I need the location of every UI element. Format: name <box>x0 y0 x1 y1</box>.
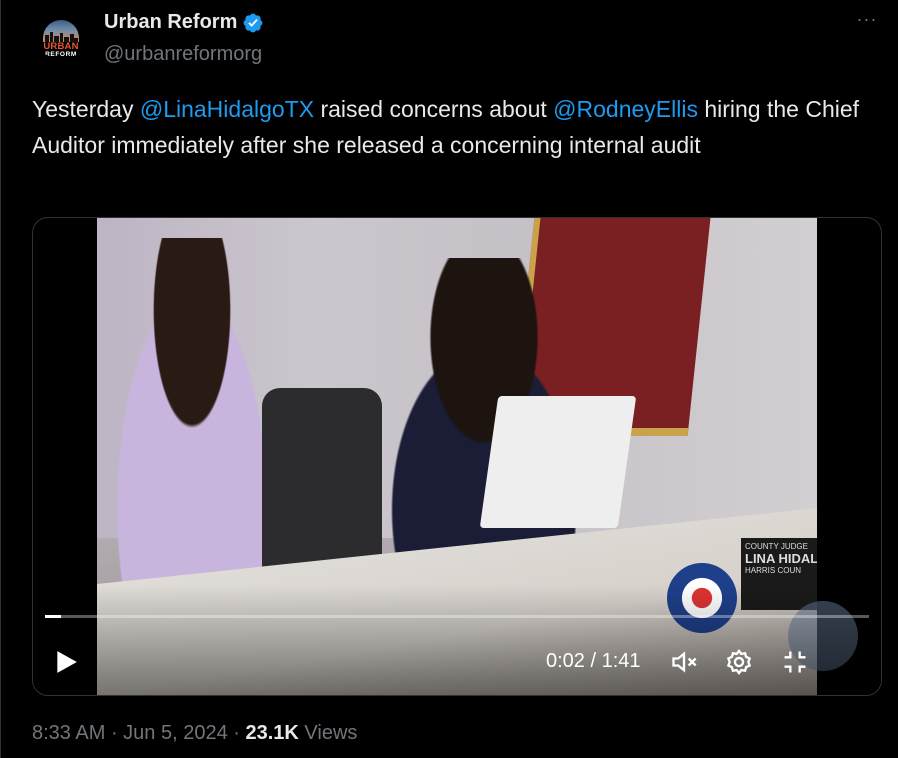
mute-icon[interactable] <box>670 648 698 676</box>
nameplate-line: HARRIS COUN <box>745 566 802 575</box>
more-options-icon[interactable]: ··· <box>853 10 881 34</box>
tweet: URBAN REFORM Urban Reform @urbanreformor… <box>0 0 898 758</box>
avatar-logo-text-bottom: REFORM <box>45 51 77 58</box>
video-person-left <box>97 238 287 598</box>
tweet-text-part: Yesterday <box>32 96 140 122</box>
tweet-meta: 8:33 AM · Jun 5, 2024 · 23.1K Views <box>32 722 357 745</box>
settings-gear-icon[interactable] <box>725 648 753 676</box>
views-count: 23.1K <box>245 722 299 744</box>
video-controls-shade <box>33 585 881 695</box>
meta-separator: · <box>105 722 124 744</box>
mention-link[interactable]: @RodneyEllis <box>553 96 698 122</box>
video-progress-fill <box>45 615 62 618</box>
video-progress-bar[interactable] <box>45 615 869 618</box>
tweet-text: Yesterday @LinaHidalgoTX raised concerns… <box>32 91 872 163</box>
user-handle[interactable]: @urbanreformorg <box>104 43 262 66</box>
tweet-text-part: raised concerns about <box>314 96 554 122</box>
video-player[interactable]: COUNTY JUDGE LINA HIDAL HARRIS COUN 0:02… <box>32 217 882 696</box>
video-laptop <box>479 396 637 528</box>
display-name-text[interactable]: Urban Reform <box>104 11 237 34</box>
display-name[interactable]: Urban Reform <box>104 11 264 34</box>
tweet-date[interactable]: Jun 5, 2024 <box>123 722 228 744</box>
verified-badge-icon[interactable] <box>242 12 264 34</box>
avatar[interactable]: URBAN REFORM <box>39 17 83 61</box>
mention-link[interactable]: @LinaHidalgoTX <box>140 96 314 122</box>
play-icon[interactable] <box>53 648 79 676</box>
views-label: Views <box>298 722 358 744</box>
nameplate-line: LINA HIDAL <box>745 551 817 566</box>
tweet-time[interactable]: 8:33 AM <box>32 722 105 744</box>
video-time-display: 0:02 / 1:41 <box>546 650 641 672</box>
meta-separator: · <box>227 722 246 744</box>
nameplate-line: COUNTY JUDGE <box>745 542 808 551</box>
exit-fullscreen-icon[interactable] <box>781 648 809 676</box>
